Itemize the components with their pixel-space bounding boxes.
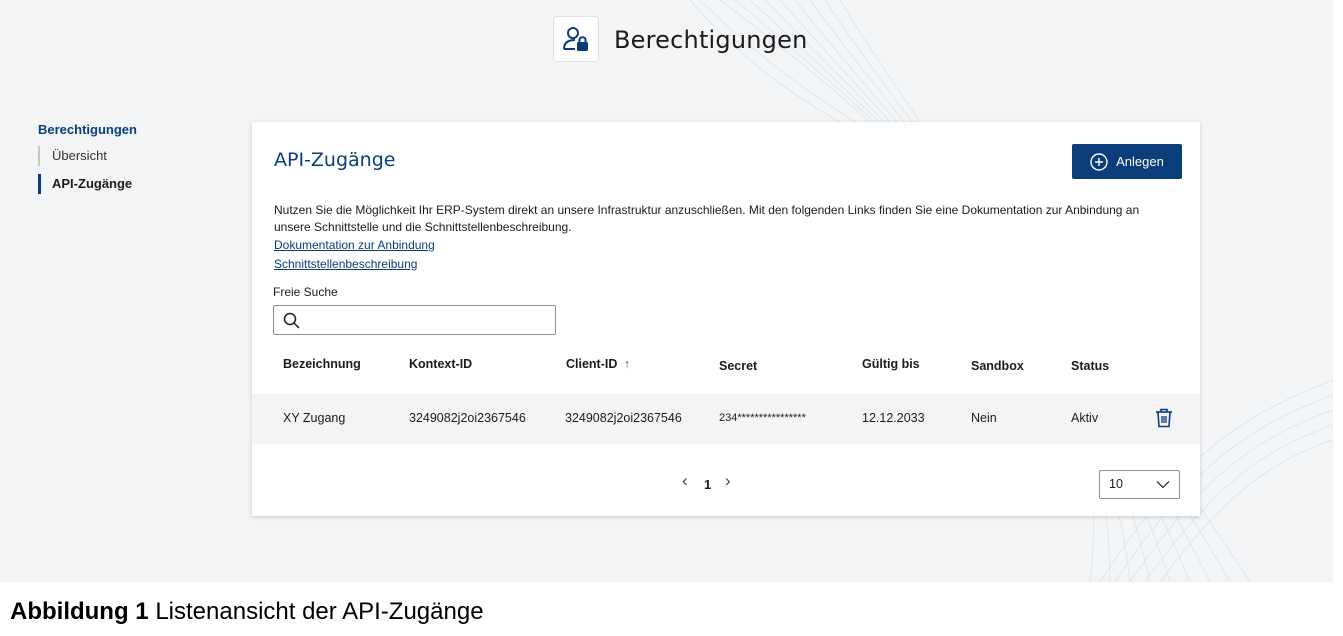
- header-icon-box: [553, 16, 599, 62]
- cell-gueltig-bis: 12.12.2033: [862, 411, 925, 425]
- search-label: Freie Suche: [273, 285, 338, 299]
- cell-client-id: 3249082j2oi2367546: [565, 411, 682, 425]
- user-lock-icon: [563, 27, 588, 51]
- search-icon: [283, 312, 300, 329]
- trash-icon[interactable]: [1155, 408, 1173, 428]
- caption-text: Listenansicht der API-Zugänge: [155, 598, 484, 625]
- api-access-card: API-Zugänge Anlegen Nutzen Sie die Mögli…: [252, 122, 1200, 516]
- sidebar-nav: Berechtigungen Übersicht API-Zugänge: [38, 122, 218, 202]
- table-row[interactable]: XY Zugang 3249082j2oi2367546 3249082j2oi…: [252, 394, 1200, 444]
- link-interface-description[interactable]: Schnittstellenbeschreibung: [274, 257, 417, 271]
- sidebar-item-uebersicht[interactable]: Übersicht: [38, 146, 218, 166]
- column-header-gueltig-bis[interactable]: Gültig bis: [862, 357, 920, 371]
- column-header-client-id[interactable]: Client-ID ↑: [566, 357, 630, 371]
- sort-ascending-icon: ↑: [623, 357, 631, 371]
- column-header-secret[interactable]: Secret: [719, 359, 757, 373]
- cell-kontext-id: 3249082j2oi2367546: [409, 411, 526, 425]
- cell-secret: 234****************: [719, 412, 806, 424]
- sidebar-heading: Berechtigungen: [38, 122, 137, 137]
- page-size-value: 10: [1109, 477, 1123, 491]
- figure-caption: Abbildung 1 Listenansicht der API-Zugäng…: [10, 598, 484, 626]
- column-header-status[interactable]: Status: [1071, 359, 1109, 373]
- cell-status: Aktiv: [1071, 411, 1099, 425]
- search-box[interactable]: [273, 305, 556, 335]
- card-title: API-Zugänge: [274, 149, 396, 171]
- link-documentation[interactable]: Dokumentation zur Anbindung: [274, 238, 435, 252]
- cell-bezeichnung: XY Zugang: [283, 411, 346, 425]
- column-header-kontext-id[interactable]: Kontext-ID: [409, 357, 472, 371]
- sidebar-item-label: Übersicht: [52, 148, 107, 163]
- page-header: Berechtigungen: [0, 0, 1333, 70]
- chevron-down-icon: [1156, 481, 1170, 489]
- page-title: Berechtigungen: [614, 26, 808, 54]
- search-input[interactable]: [306, 310, 550, 330]
- column-header-label: Client-ID: [566, 357, 618, 371]
- page-size-select[interactable]: 10: [1099, 470, 1180, 499]
- cell-sandbox: Nein: [971, 411, 997, 425]
- pagination-next-button[interactable]: ›: [725, 471, 731, 491]
- column-header-sandbox[interactable]: Sandbox: [971, 359, 1024, 373]
- pagination-prev-button[interactable]: ‹: [682, 471, 688, 491]
- create-button-label: Anlegen: [1116, 154, 1164, 169]
- sidebar-item-label: API-Zugänge: [52, 176, 133, 191]
- caption-label: Abbildung 1: [10, 598, 149, 625]
- pagination-current-page[interactable]: 1: [704, 477, 711, 492]
- create-button[interactable]: Anlegen: [1072, 144, 1182, 179]
- plus-circle-icon: [1090, 152, 1108, 171]
- app-screen: Berechtigungen Berechtigungen Übersicht …: [0, 0, 1333, 582]
- intro-text: Nutzen Sie die Möglichkeit Ihr ERP-Syste…: [274, 203, 1140, 234]
- column-header-bezeichnung[interactable]: Bezeichnung: [283, 357, 361, 371]
- sidebar-item-api-zugaenge[interactable]: API-Zugänge: [38, 174, 218, 194]
